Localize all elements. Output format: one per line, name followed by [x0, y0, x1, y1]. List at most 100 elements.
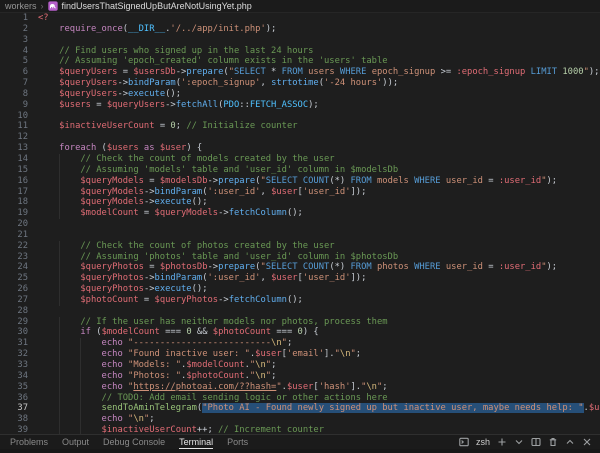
code-line[interactable]: 20	[0, 219, 600, 230]
code-line[interactable]: 1<?	[0, 13, 600, 24]
code-line[interactable]: 36 // TODO: Add email sending logic or o…	[0, 393, 600, 404]
line-number[interactable]: 37	[0, 403, 28, 414]
indent-guide	[80, 338, 81, 349]
breadcrumb-filename[interactable]: findUsersThatSignedUpButAreNotUsingYet.p…	[62, 1, 252, 11]
code-line[interactable]: 19 $modelCount = $queryModels->fetchColu…	[0, 208, 600, 219]
code-line[interactable]: 30 if ($modelCount === 0 && $photoCount …	[0, 327, 600, 338]
code-line[interactable]: 32 echo "Found inactive user: ".$user['e…	[0, 349, 600, 360]
line-number[interactable]: 33	[0, 360, 28, 371]
code-line[interactable]: 9 $users = $queryUsers->fetchAll(PDO::FE…	[0, 100, 600, 111]
code-line[interactable]: 16 $queryModels = $modelsDb->prepare("SE…	[0, 176, 600, 187]
line-number[interactable]: 29	[0, 317, 28, 328]
line-number[interactable]: 14	[0, 154, 28, 165]
line-number[interactable]: 30	[0, 327, 28, 338]
panel-tab-debug-console[interactable]: Debug Console	[103, 435, 165, 449]
line-number[interactable]: 39	[0, 425, 28, 434]
line-number[interactable]: 22	[0, 241, 28, 252]
kill-terminal-icon[interactable]	[548, 437, 558, 447]
code-line[interactable]: 29 // If the user has neither models nor…	[0, 317, 600, 328]
code-line[interactable]: 25 $queryPhotos->bindParam(':user_id', $…	[0, 273, 600, 284]
code-line[interactable]: 27 $photoCount = $queryPhotos->fetchColu…	[0, 295, 600, 306]
new-terminal-icon[interactable]	[497, 437, 507, 447]
indent-guide	[59, 262, 60, 273]
line-number[interactable]: 2	[0, 24, 28, 35]
line-number[interactable]: 8	[0, 89, 28, 100]
line-number[interactable]: 13	[0, 143, 28, 154]
code-line[interactable]: 35 echo "https://photoai.com/??hash=".$u…	[0, 382, 600, 393]
split-terminal-icon[interactable]	[531, 437, 541, 447]
line-number[interactable]: 1	[0, 13, 28, 24]
line-number[interactable]: 20	[0, 219, 28, 230]
line-number[interactable]: 24	[0, 262, 28, 273]
close-panel-icon[interactable]	[582, 437, 592, 447]
code-line[interactable]: 3	[0, 35, 600, 46]
code-line[interactable]: 2 require_once(__DIR__.'/../app/init.php…	[0, 24, 600, 35]
code-line[interactable]: 13 foreach ($users as $user) {	[0, 143, 600, 154]
maximize-panel-icon[interactable]	[565, 437, 575, 447]
line-number[interactable]: 9	[0, 100, 28, 111]
line-number[interactable]: 25	[0, 273, 28, 284]
code-line[interactable]: 4 // Find users who signed up in the las…	[0, 46, 600, 57]
line-number[interactable]: 6	[0, 67, 28, 78]
shell-label[interactable]: zsh	[476, 437, 490, 447]
terminal-content-strip[interactable]	[0, 449, 600, 453]
line-number[interactable]: 4	[0, 46, 28, 57]
code-line[interactable]: 37 sendToAminTelegram("Photo AI - Found …	[0, 403, 600, 414]
code-line[interactable]: 31 echo "--------------------------\n";	[0, 338, 600, 349]
line-number[interactable]: 10	[0, 111, 28, 122]
line-number[interactable]: 35	[0, 382, 28, 393]
code-line[interactable]: 14 // Check the count of models created …	[0, 154, 600, 165]
code-line-text: $queryModels = $modelsDb->prepare("SELEC…	[28, 176, 600, 187]
line-number[interactable]: 32	[0, 349, 28, 360]
code-line[interactable]: 28	[0, 306, 600, 317]
code-line[interactable]: 21	[0, 230, 600, 241]
code-line[interactable]: 23 // Assuming 'photos' table and 'user_…	[0, 252, 600, 263]
code-line[interactable]: 33 echo "Models: ".$modelCount."\n";	[0, 360, 600, 371]
line-number[interactable]: 5	[0, 56, 28, 67]
indent-guide	[80, 360, 81, 371]
line-number[interactable]: 26	[0, 284, 28, 295]
code-editor[interactable]: 1<?2 require_once(__DIR__.'/../app/init.…	[0, 13, 600, 434]
code-line[interactable]: 7 $queryUsers->bindParam(':epoch_signup'…	[0, 78, 600, 89]
panel-tab-problems[interactable]: Problems	[10, 435, 48, 449]
line-number[interactable]: 15	[0, 165, 28, 176]
code-line[interactable]: 24 $queryPhotos = $photosDb->prepare("SE…	[0, 262, 600, 273]
line-number[interactable]: 27	[0, 295, 28, 306]
code-line[interactable]: 26 $queryPhotos->execute();	[0, 284, 600, 295]
code-line[interactable]: 5 // Assuming 'epoch_created' column exi…	[0, 56, 600, 67]
panel-tab-output[interactable]: Output	[62, 435, 89, 449]
breadcrumb-folder[interactable]: workers	[5, 1, 37, 11]
code-line[interactable]: 34 echo "Photos: ".$photoCount."\n";	[0, 371, 600, 382]
line-number[interactable]: 16	[0, 176, 28, 187]
code-line[interactable]: 39 $inactiveUserCount++; // Increment co…	[0, 425, 600, 434]
code-line[interactable]: 10	[0, 111, 600, 122]
code-line-text: $queryUsers->execute();	[28, 89, 600, 100]
line-number[interactable]: 11	[0, 121, 28, 132]
terminal-dropdown-icon[interactable]	[514, 437, 524, 447]
line-number[interactable]: 12	[0, 132, 28, 143]
line-number[interactable]: 19	[0, 208, 28, 219]
code-line-text: $queryUsers = $usersDb->prepare("SELECT …	[28, 67, 600, 78]
code-line[interactable]: 18 $queryModels->execute();	[0, 197, 600, 208]
line-number[interactable]: 36	[0, 393, 28, 404]
code-line[interactable]: 11 $inactiveUserCount = 0; // Initialize…	[0, 121, 600, 132]
line-number[interactable]: 28	[0, 306, 28, 317]
code-line[interactable]: 22 // Check the count of photos created …	[0, 241, 600, 252]
code-line[interactable]: 6 $queryUsers = $usersDb->prepare("SELEC…	[0, 67, 600, 78]
code-line[interactable]: 17 $queryModels->bindParam(':user_id', $…	[0, 187, 600, 198]
panel-tab-terminal[interactable]: Terminal	[179, 435, 213, 449]
line-number[interactable]: 34	[0, 371, 28, 382]
code-line[interactable]: 8 $queryUsers->execute();	[0, 89, 600, 100]
line-number[interactable]: 38	[0, 414, 28, 425]
line-number[interactable]: 21	[0, 230, 28, 241]
line-number[interactable]: 31	[0, 338, 28, 349]
code-line[interactable]: 12	[0, 132, 600, 143]
code-line[interactable]: 15 // Assuming 'models' table and 'user_…	[0, 165, 600, 176]
code-line[interactable]: 38 echo "\n";	[0, 414, 600, 425]
line-number[interactable]: 3	[0, 35, 28, 46]
panel-tab-ports[interactable]: Ports	[227, 435, 248, 449]
line-number[interactable]: 23	[0, 252, 28, 263]
line-number[interactable]: 18	[0, 197, 28, 208]
line-number[interactable]: 7	[0, 78, 28, 89]
line-number[interactable]: 17	[0, 187, 28, 198]
